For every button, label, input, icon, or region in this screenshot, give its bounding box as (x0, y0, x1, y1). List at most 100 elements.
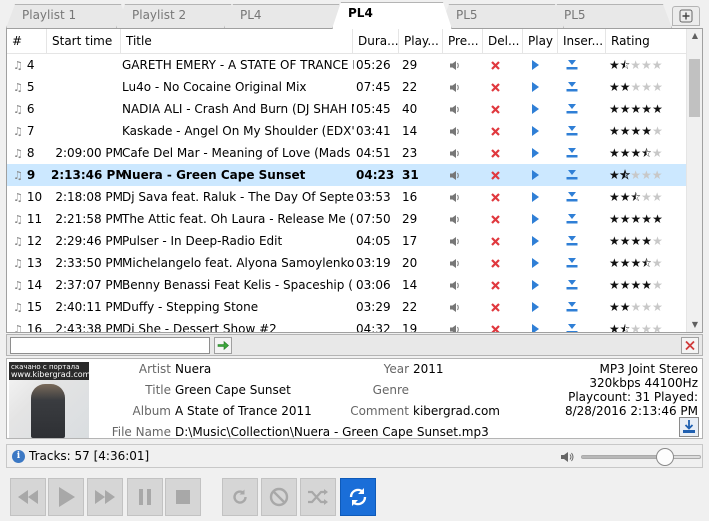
star-icon[interactable]: ★ (630, 58, 641, 72)
star-icon[interactable]: ⯪ (641, 257, 651, 270)
delete-button[interactable] (485, 164, 505, 186)
table-row[interactable]: ♫ 8 2:09:00 PM Cafe Del Mar - Meaning of Lo… (7, 142, 687, 164)
scroll-down-icon[interactable]: ▼ (687, 318, 702, 332)
delete-button[interactable] (485, 318, 505, 332)
scroll-up-icon[interactable]: ▲ (687, 29, 702, 43)
play-row-button[interactable] (525, 76, 545, 98)
star-icon[interactable]: ★ (652, 300, 663, 314)
play-row-button[interactable] (525, 208, 545, 230)
play-row-button[interactable] (525, 120, 545, 142)
table-row[interactable]: ♫ 4 GARETH EMERY - A STATE OF TRANCE E... 0… (7, 54, 687, 76)
table-row[interactable]: ♫ 11 2:21:58 PM The Attic feat. Oh Laura - … (7, 208, 687, 230)
volume-thumb[interactable] (655, 448, 674, 466)
rating-stars[interactable]: ★★★★★ (609, 296, 679, 318)
col-header-preview[interactable]: Pre... (443, 29, 483, 54)
delete-button[interactable] (485, 76, 505, 98)
preview-button[interactable] (445, 76, 465, 98)
rating-stars[interactable]: ★★★⯪★ (609, 252, 679, 274)
insert-button[interactable] (562, 76, 582, 98)
rating-stars[interactable]: ★⯪★★★ (609, 54, 679, 76)
star-icon[interactable]: ★ (652, 168, 663, 182)
preview-button[interactable] (445, 186, 465, 208)
insert-button[interactable] (562, 54, 582, 76)
star-icon[interactable]: ⯪ (620, 59, 630, 72)
star-icon[interactable]: ★ (620, 234, 631, 248)
star-icon[interactable]: ★ (641, 212, 652, 226)
star-icon[interactable]: ★ (631, 146, 642, 160)
pause-button[interactable] (127, 478, 163, 516)
star-icon[interactable]: ★ (641, 300, 652, 314)
comment-value[interactable]: kibergrad.com (413, 404, 500, 418)
shuffle-button[interactable] (300, 478, 336, 516)
col-header-title[interactable]: Title (121, 29, 353, 54)
tab-pl5-b[interactable]: PL5 (548, 4, 672, 28)
preview-button[interactable] (445, 54, 465, 76)
table-row[interactable]: ♫ 10 2:18:08 PM Dj Sava feat. Raluk - The D… (7, 186, 687, 208)
star-icon[interactable]: ★ (631, 212, 642, 226)
star-icon[interactable]: ★ (630, 168, 641, 182)
star-icon[interactable]: ★ (652, 124, 663, 138)
star-icon[interactable]: ★ (641, 168, 652, 182)
volume-icon[interactable] (559, 449, 575, 465)
delete-button[interactable] (485, 120, 505, 142)
rating-stars[interactable]: ★★★★★ (609, 98, 679, 120)
col-header-delete[interactable]: Del... (483, 29, 523, 54)
play-row-button[interactable] (525, 252, 545, 274)
star-icon[interactable]: ★ (641, 58, 652, 72)
star-icon[interactable]: ★ (631, 234, 642, 248)
insert-button[interactable] (562, 186, 582, 208)
col-header-play[interactable]: Play (523, 29, 558, 54)
star-icon[interactable]: ★ (652, 58, 663, 72)
play-row-button[interactable] (525, 142, 545, 164)
star-icon[interactable]: ★ (631, 124, 642, 138)
preview-button[interactable] (445, 252, 465, 274)
insert-button[interactable] (562, 230, 582, 252)
star-icon[interactable]: ★ (609, 322, 620, 332)
preview-button[interactable] (445, 274, 465, 296)
stop-after-button[interactable] (261, 478, 297, 516)
star-icon[interactable]: ★ (652, 278, 663, 292)
table-row[interactable]: ♫ 6 NADIA ALI - Crash And Burn (DJ SHAH M.… (7, 98, 687, 120)
star-icon[interactable]: ★ (630, 322, 641, 332)
delete-button[interactable] (485, 296, 505, 318)
search-input[interactable] (10, 337, 210, 354)
insert-button[interactable] (562, 164, 582, 186)
star-icon[interactable]: ★ (620, 278, 631, 292)
star-icon[interactable]: ★ (631, 80, 642, 94)
preview-button[interactable] (445, 230, 465, 252)
tab-pl4-a[interactable]: PL4 (224, 4, 348, 28)
clear-search-button[interactable] (681, 337, 699, 354)
play-row-button[interactable] (525, 318, 545, 332)
star-icon[interactable]: ★ (652, 102, 663, 116)
play-row-button[interactable] (525, 54, 545, 76)
tab-playlist-2[interactable]: Playlist 2 (116, 4, 240, 28)
star-icon[interactable]: ★ (631, 278, 642, 292)
vertical-scrollbar[interactable]: ▲ ▼ (686, 29, 702, 332)
insert-button[interactable] (562, 296, 582, 318)
delete-button[interactable] (485, 252, 505, 274)
preview-button[interactable] (445, 208, 465, 230)
star-icon[interactable]: ★ (641, 234, 652, 248)
preview-button[interactable] (445, 98, 465, 120)
star-icon[interactable]: ★ (620, 102, 631, 116)
insert-button[interactable] (562, 208, 582, 230)
star-icon[interactable]: ★ (620, 80, 631, 94)
star-icon[interactable]: ★ (620, 124, 631, 138)
preview-button[interactable] (445, 142, 465, 164)
delete-button[interactable] (485, 274, 505, 296)
year-value[interactable]: 2011 (413, 362, 444, 376)
col-header-number[interactable]: # (7, 29, 47, 54)
stop-button[interactable] (165, 478, 201, 516)
rating-stars[interactable]: ★★★⯪★ (609, 142, 679, 164)
star-icon[interactable]: ★ (620, 190, 631, 204)
star-icon[interactable]: ★ (631, 102, 642, 116)
insert-button[interactable] (562, 318, 582, 332)
insert-button[interactable] (562, 142, 582, 164)
preview-button[interactable] (445, 164, 465, 186)
delete-button[interactable] (485, 98, 505, 120)
rating-stars[interactable]: ★★★★★ (609, 208, 679, 230)
preview-button[interactable] (445, 296, 465, 318)
file-name-value[interactable]: D:\Music\Collection\Nuera - Green Cape S… (175, 425, 489, 439)
table-row[interactable]: ♫ 16 2:43:38 PM Di She - Dessert Show #2 04:… (7, 318, 687, 332)
star-icon[interactable]: ★ (652, 190, 663, 204)
